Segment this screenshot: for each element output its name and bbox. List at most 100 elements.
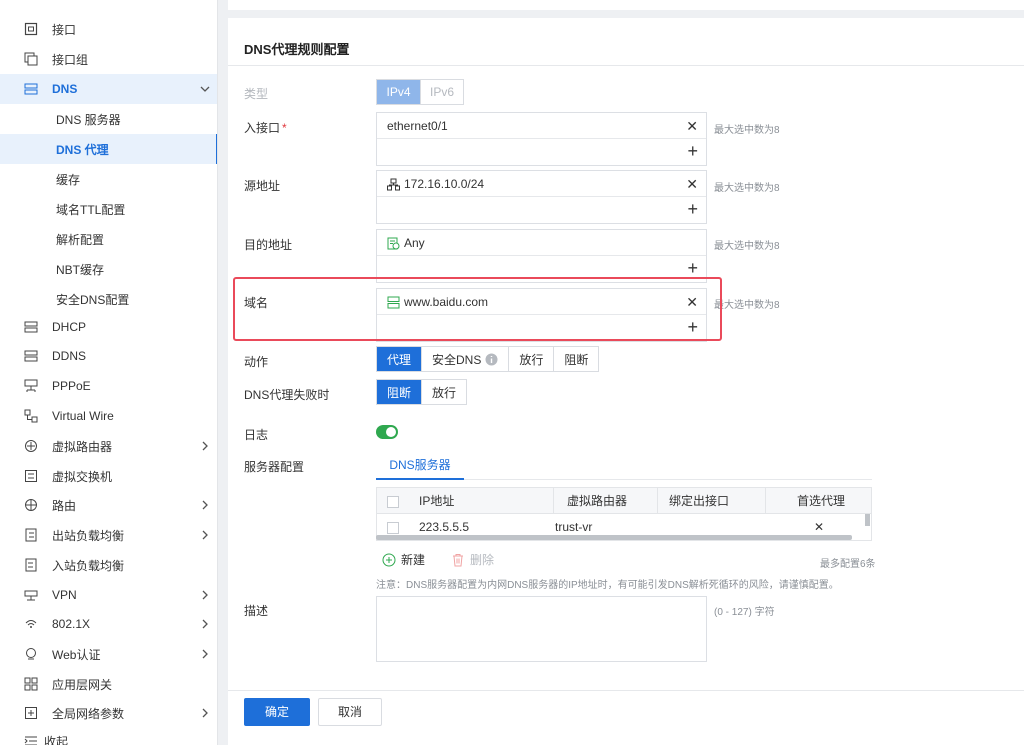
sidebar-item-virtual-router[interactable]: 虚拟路由器 <box>0 431 217 461</box>
dhcp-icon <box>24 321 38 333</box>
delete-button-label: 删除 <box>470 553 495 567</box>
chevron-right-icon <box>202 441 208 451</box>
action-proxy-option[interactable]: 代理 <box>377 347 423 371</box>
dst-value-text: Any <box>404 236 425 250</box>
desc-label: 描述 <box>244 604 269 618</box>
row-checkbox[interactable] <box>387 522 399 534</box>
sidebar-item-app-gateway[interactable]: 应用层网关 <box>0 669 217 699</box>
sidebar-item-interface[interactable]: 接口 <box>0 14 217 44</box>
desc-textarea[interactable] <box>376 596 707 662</box>
remove-icon[interactable]: ✕ <box>686 118 698 135</box>
sidebar-item-ddns[interactable]: DDNS <box>0 341 217 371</box>
sidebar-item-virtual-switch[interactable]: 虚拟交换机 <box>0 461 217 491</box>
type-selector: IPv4 IPv6 <box>376 79 464 105</box>
dns-icon <box>24 83 38 95</box>
src-value-text: 172.16.10.0/24 <box>404 177 485 191</box>
page-title: DNS代理规则配置 <box>244 42 350 57</box>
log-toggle[interactable] <box>376 425 398 439</box>
dst-value: Any <box>387 236 425 250</box>
sidebar-item-dns-proxy[interactable]: DNS 代理 <box>0 134 217 164</box>
fail-label: DNS代理失败时 <box>244 388 330 402</box>
ingress-multiselect[interactable]: ethernet0/1 ✕ + <box>376 112 707 166</box>
sidebar-item-8021x[interactable]: 802.1X <box>0 609 217 639</box>
required-mark: * <box>282 121 287 135</box>
panel-header: DNS代理规则配置 <box>228 18 1024 66</box>
sidebar-item-domain-ttl[interactable]: 域名TTL配置 <box>0 194 217 224</box>
dst-multiselect[interactable]: Any + <box>376 229 707 283</box>
col-separator <box>657 488 658 514</box>
add-icon[interactable]: + <box>687 258 698 279</box>
sidebar-item-interface-group[interactable]: 接口组 <box>0 44 217 74</box>
select-all-checkbox[interactable] <box>387 496 399 508</box>
chevron-down-icon <box>200 86 210 92</box>
sidebar-item-route[interactable]: 路由 <box>0 490 217 520</box>
chevron-right-icon <box>202 530 208 540</box>
sidebar-item-resolve-config[interactable]: 解析配置 <box>0 224 217 254</box>
server-label: 服务器配置 <box>244 460 305 474</box>
sidebar-item-global-params[interactable]: 全局网络参数 <box>0 698 217 728</box>
server-note: 注意：DNS服务器配置为内网DNS服务器的IP地址时，有可能引发DNS解析死循环… <box>376 580 839 591</box>
sidebar-item-vpn[interactable]: VPN <box>0 580 217 610</box>
tab-dns-server[interactable]: DNS服务器 <box>376 452 464 480</box>
highlight-box <box>233 277 722 341</box>
sidebar-item-dns-server[interactable]: DNS 服务器 <box>0 104 217 134</box>
action-secure-dns-text: 安全DNS <box>432 352 482 367</box>
ingress-label-text: 入接口 <box>244 121 281 135</box>
type-label: 类型 <box>244 87 269 101</box>
new-button[interactable]: 新建 <box>382 551 425 568</box>
sidebar-item-dhcp[interactable]: DHCP <box>0 312 217 342</box>
src-hint: 最大选中数为8 <box>714 183 780 194</box>
add-icon[interactable]: + <box>687 199 698 220</box>
fail-block-option[interactable]: 阻断 <box>377 380 423 404</box>
col-separator <box>765 488 766 514</box>
server-table: IP地址 虚拟路由器 绑定出接口 首选代理 223.5.5.5 trust-vr… <box>376 487 872 541</box>
virtual-switch-icon <box>25 470 37 482</box>
table-header: IP地址 虚拟路由器 绑定出接口 首选代理 <box>377 488 871 514</box>
chevron-right-icon <box>202 619 208 629</box>
fail-allow-option[interactable]: 放行 <box>422 380 467 404</box>
col-separator <box>553 488 554 514</box>
sidebar-item-cache[interactable]: 缓存 <box>0 164 217 194</box>
app-gateway-icon <box>24 677 38 691</box>
cancel-button[interactable]: 取消 <box>318 698 382 726</box>
sidebar-item-secure-dns[interactable]: 安全DNS配置 <box>0 284 217 314</box>
info-icon <box>485 353 498 365</box>
table-vscrollbar[interactable] <box>865 514 870 526</box>
outbound-lb-icon <box>25 528 37 542</box>
sidebar-item-web-auth[interactable]: Web认证 <box>0 639 217 669</box>
src-multiselect[interactable]: 172.16.10.0/24 ✕ + <box>376 170 707 224</box>
sidebar-item-inbound-lb[interactable]: 入站负载均衡 <box>0 550 217 580</box>
route-icon <box>25 499 37 511</box>
delete-button[interactable]: 删除 <box>451 551 494 568</box>
interface-group-icon <box>24 52 38 66</box>
action-allow-option[interactable]: 放行 <box>509 347 555 371</box>
action-label: 动作 <box>244 355 269 369</box>
address-object-icon <box>387 237 400 249</box>
add-icon[interactable]: + <box>687 141 698 162</box>
fail-selector: 阻断 放行 <box>376 379 468 405</box>
sidebar-item-dns[interactable]: DNS <box>0 74 217 104</box>
trash-icon <box>453 553 463 566</box>
server-tabs: DNS服务器 <box>376 452 872 480</box>
global-params-icon <box>25 707 37 719</box>
sidebar-item-virtual-wire[interactable]: Virtual Wire <box>0 401 217 431</box>
chevron-right-icon <box>202 500 208 510</box>
virtual-wire-icon <box>24 409 38 423</box>
desc-hint: (0 - 127) 字符 <box>714 607 775 618</box>
col-vr: 虚拟路由器 <box>567 494 628 508</box>
col-preferred: 首选代理 <box>797 494 846 508</box>
sidebar-item-nbt-cache[interactable]: NBT缓存 <box>0 254 217 284</box>
table-scrollbar[interactable] <box>376 535 852 540</box>
ok-button[interactable]: 确定 <box>244 698 310 726</box>
sidebar-item-pppoe[interactable]: PPPoE <box>0 371 217 401</box>
ingress-label: 入接口 * <box>244 119 287 136</box>
action-secure-dns-option[interactable]: 安全DNS <box>422 347 510 371</box>
remove-icon[interactable]: ✕ <box>686 176 698 193</box>
collapse-icon <box>24 736 37 745</box>
sidebar-nav: 接口 接口组 DNS DNS 服务器 DNS 代理 缓存 域名TTL配置 解析配… <box>0 0 218 745</box>
sidebar-collapse[interactable]: 收起 <box>0 726 217 745</box>
sidebar-item-outbound-lb[interactable]: 出站负载均衡 <box>0 520 217 550</box>
add-circle-icon <box>382 553 396 566</box>
dst-hint: 最大选中数为8 <box>714 241 780 252</box>
action-block-option[interactable]: 阻断 <box>554 347 599 371</box>
